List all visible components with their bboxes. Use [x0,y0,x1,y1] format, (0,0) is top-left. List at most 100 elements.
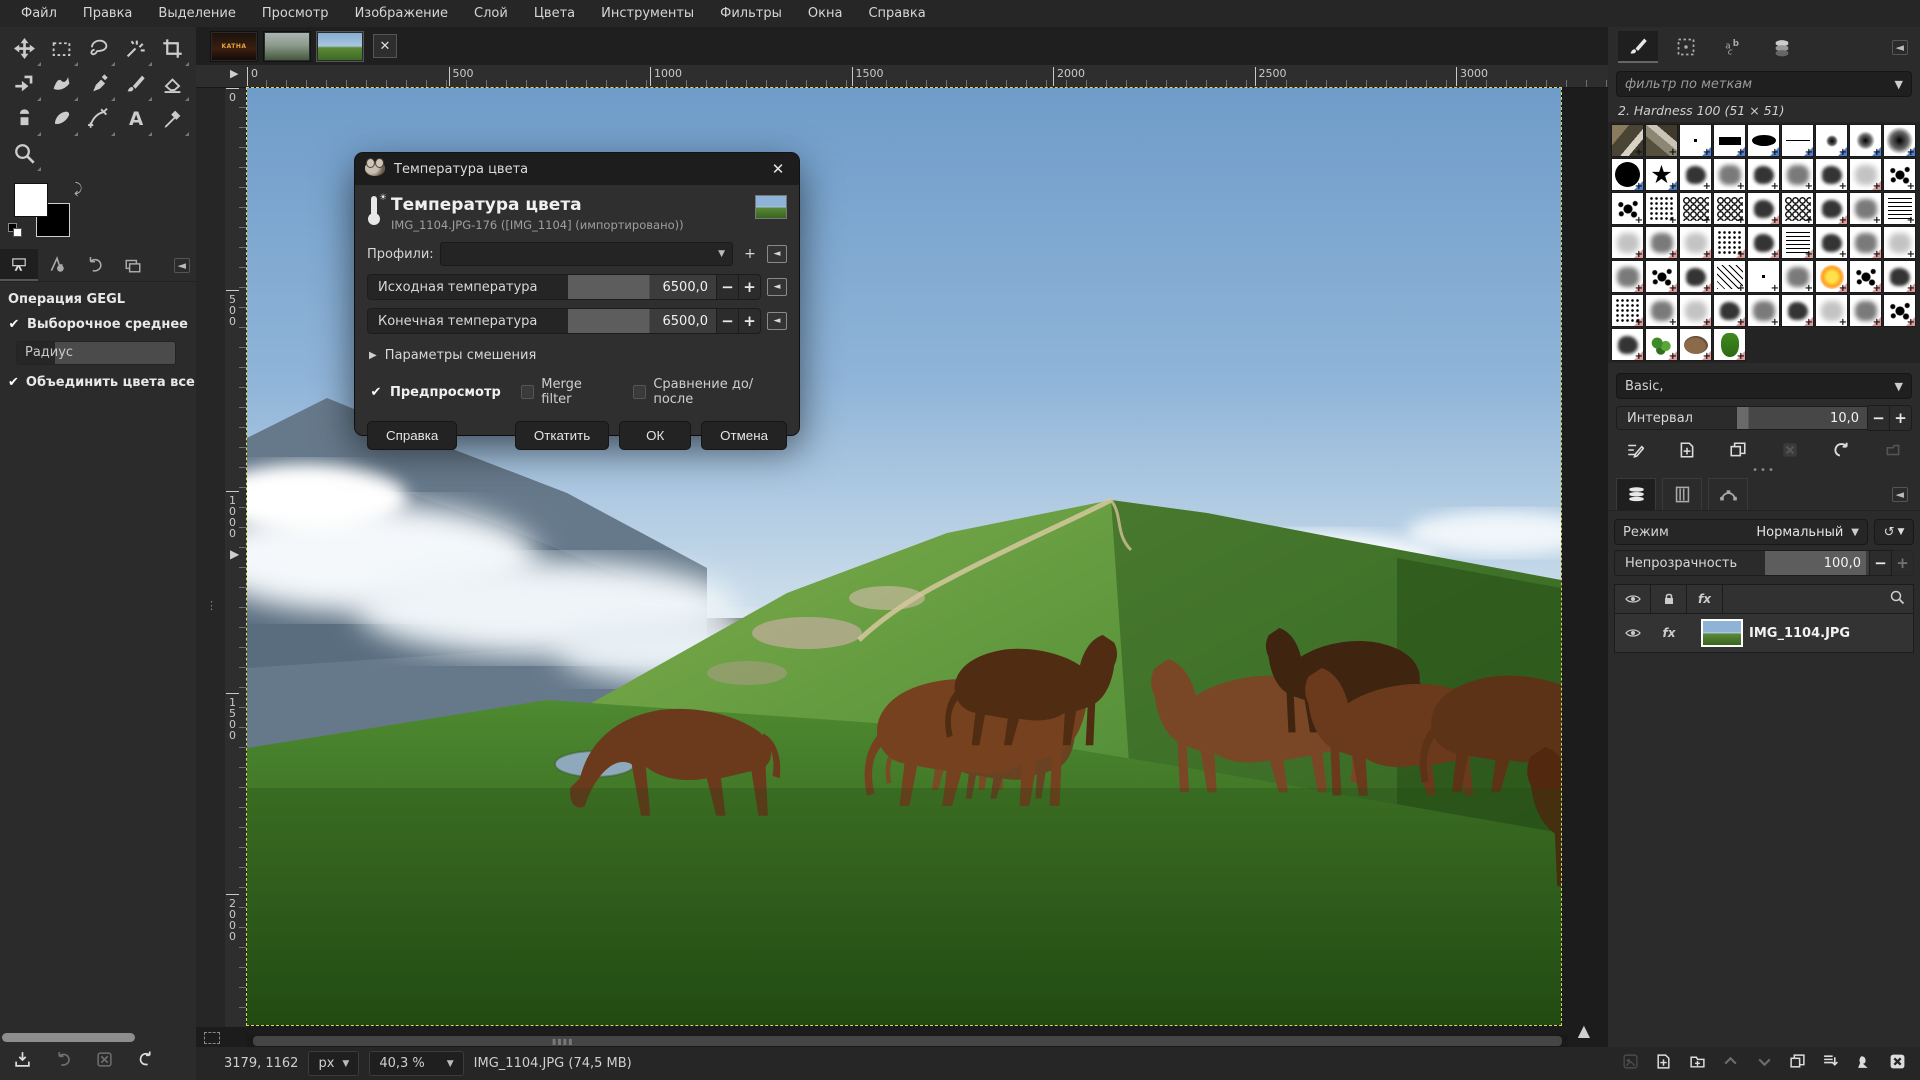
brush-tex[interactable]: + [1747,158,1780,191]
dialog-titlebar[interactable]: Температура цвета ✕ [355,153,799,185]
brush-tex[interactable]: + [1815,158,1848,191]
tool-crop-icon[interactable] [154,33,191,68]
brush-pixel[interactable]: + [1679,124,1712,157]
zoom-dropdown[interactable]: 40,3 %▼ [369,1051,463,1076]
tab-gradients[interactable] [1762,31,1802,63]
edit-brush-icon[interactable] [1626,441,1644,463]
menu-item-выделение[interactable]: Выделение [147,2,246,25]
brush-splat[interactable]: + [1611,192,1644,225]
dock-grip-icon[interactable]: ⋮ [206,603,217,608]
merge-colors-checkbox-row[interactable]: Объединить цвета все [8,375,188,390]
spacing-slider[interactable]: Интервал 10,0 [1616,406,1868,430]
spacing-increment-button[interactable]: + [1890,405,1912,431]
tab-layers[interactable] [1616,478,1656,510]
menu-item-окна[interactable]: Окна [797,2,854,25]
delete-layer-icon[interactable] [1889,1053,1906,1074]
tool-ink-icon[interactable] [80,68,117,103]
panel-arrow-icon[interactable]: ▶ [230,547,239,561]
source-reset-button[interactable]: ◄ [767,278,787,296]
reset-tool-options-icon[interactable] [137,1051,154,1072]
brush-pepper[interactable]: + [1713,328,1746,361]
brush-dots[interactable]: + [1645,192,1678,225]
lock-column-icon[interactable] [1651,585,1687,613]
brush-tex[interactable]: + [1781,294,1814,327]
tab-fonts[interactable]: abc [1714,31,1754,63]
tool-rect-select-icon[interactable] [43,33,80,68]
image-ref-icon[interactable] [1622,1053,1639,1074]
revert-button[interactable]: Откатить [515,421,609,450]
split-view-checkbox[interactable]: Сравнение до/после [633,377,787,407]
brush-cells[interactable]: + [1781,192,1814,225]
brush-tex2[interactable]: + [1849,226,1882,259]
delete-brush-icon[interactable] [1781,441,1799,463]
source-temperature-slider[interactable]: Исходная температура 6500,0 [367,274,717,300]
radius-slider[interactable]: Радиус [16,341,176,365]
source-decrement-button[interactable]: − [717,274,739,300]
panel-arrow-top-icon[interactable]: ▶ [230,67,238,80]
image-tab-katha[interactable]: KATHA [210,31,258,62]
layer-mode-dropdown[interactable]: Режим Нормальный ▼ [1614,519,1868,545]
image-tab-mountain[interactable] [263,31,311,62]
layer-effects-icon[interactable]: fx [1651,626,1687,640]
brush-faint[interactable]: + [1679,294,1712,327]
brush-splat[interactable]: + [1883,294,1916,327]
brush-tex2[interactable]: + [1781,158,1814,191]
tool-paths-icon[interactable] [80,103,117,138]
brush-sun[interactable]: + [1815,260,1848,293]
blending-options-expander[interactable]: ▶ Параметры смешения [355,338,799,367]
brush-tex2[interactable]: + [1611,260,1644,293]
menu-item-фильтры[interactable]: Фильтры [709,2,793,25]
horizontal-ruler[interactable]: 050010001500200025003000 [196,65,1608,88]
brush-circle[interactable]: + [1611,158,1644,191]
brush-soft1[interactable]: + [1815,124,1848,157]
brush-photo2[interactable]: + [1645,124,1678,157]
brush-wilber[interactable]: + [1679,328,1712,361]
duplicate-layer-icon[interactable] [1789,1053,1806,1074]
checkbox-checked-icon[interactable] [8,376,19,390]
tool-paintbrush-icon[interactable] [117,68,154,103]
brush-faint[interactable]: + [1611,226,1644,259]
new-layer-group-icon[interactable] [1689,1053,1706,1074]
brush-tex[interactable]: + [1679,158,1712,191]
add-profile-button[interactable]: + [739,243,761,265]
swap-colors-icon[interactable]: ⤸ [74,181,82,197]
brush-splat[interactable]: + [1849,260,1882,293]
restore-tool-options-icon[interactable] [55,1051,72,1072]
tool-fuzzy-select-icon[interactable] [117,33,154,68]
brush-tex2[interactable]: + [1849,192,1882,225]
brush-splat[interactable]: + [1883,158,1916,191]
tool-warp-icon[interactable] [43,68,80,103]
new-layer-icon[interactable] [1655,1053,1672,1074]
brush-tex[interactable]: + [1747,226,1780,259]
tool-transform-icon[interactable] [6,68,43,103]
brush-tex2[interactable]: + [1645,294,1678,327]
dock-menu-button[interactable]: ◄ [1892,40,1908,55]
brush-faint[interactable]: + [1849,158,1882,191]
brush-soft2[interactable]: + [1849,124,1882,157]
opacity-slider[interactable]: Непрозрачность 100,0 [1614,550,1870,576]
dock-grip-icon[interactable]: ••• [1608,465,1920,476]
menu-item-цвета[interactable]: Цвета [523,2,586,25]
tool-move-icon[interactable] [6,33,43,68]
brush-section-dropdown[interactable]: Basic, ▼ [1616,373,1912,399]
ok-button[interactable]: ОК [619,421,691,450]
close-tab-button[interactable]: ✕ [373,34,397,58]
brush-tex[interactable]: + [1713,294,1746,327]
target-increment-button[interactable]: + [739,308,761,334]
lower-layer-icon[interactable] [1756,1053,1773,1074]
brush-tex2[interactable]: + [1747,294,1780,327]
brush-tex2[interactable]: + [1849,294,1882,327]
layer-row[interactable]: fx IMG_1104.JPG [1615,614,1913,652]
dock-menu-button[interactable]: ◄ [174,258,190,273]
dialog-close-button[interactable]: ✕ [767,160,789,178]
brush-ellipse[interactable]: + [1747,124,1780,157]
open-brush-as-image-icon[interactable] [1884,441,1902,463]
delete-tool-options-icon[interactable] [96,1051,113,1072]
new-brush-icon[interactable] [1678,441,1696,463]
brush-cells[interactable]: + [1679,192,1712,225]
brush-photo1[interactable]: + [1611,124,1644,157]
save-tool-options-icon[interactable] [14,1051,31,1072]
brush-faint[interactable]: + [1815,294,1848,327]
brush-dots[interactable]: + [1611,294,1644,327]
brush-tex[interactable]: + [1883,260,1916,293]
